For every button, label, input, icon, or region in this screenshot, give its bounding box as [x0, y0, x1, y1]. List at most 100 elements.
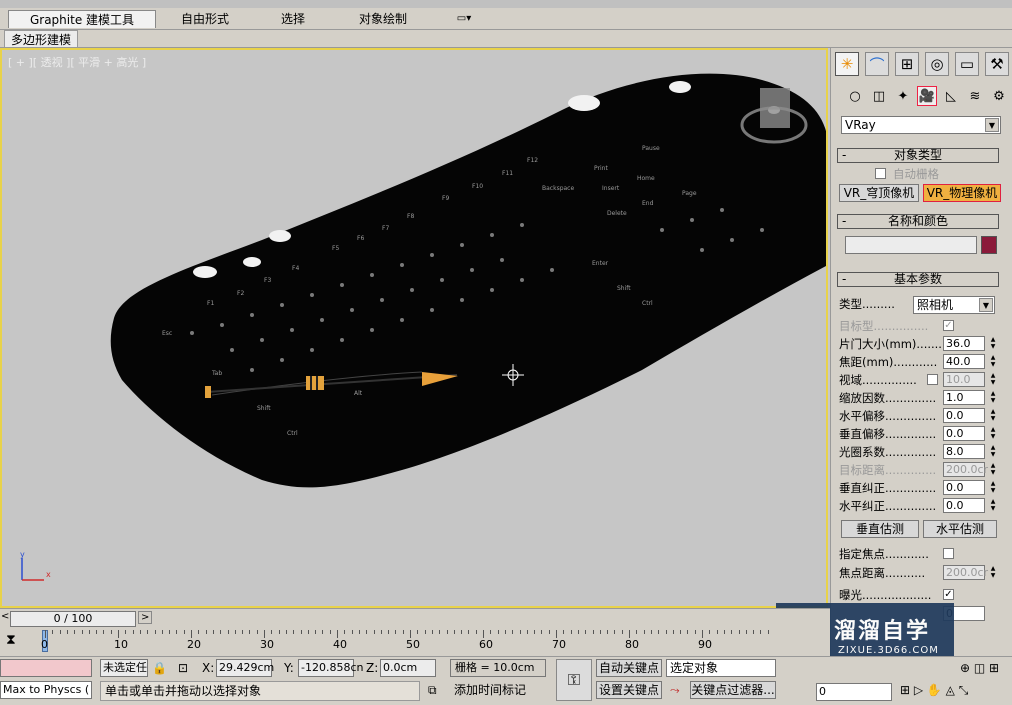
specify-focus-label: 指定焦点............: [839, 547, 929, 561]
tab-polygon-modeling[interactable]: 多边形建模: [4, 30, 79, 48]
display-tab-icon[interactable]: ▭: [955, 52, 979, 76]
spinner-icon[interactable]: ▲ ▼: [989, 408, 997, 423]
spinner-icon[interactable]: ▲ ▼: [989, 354, 997, 369]
focus-distance-row: 焦点距离........... 200.0cr ▲ ▼: [839, 565, 999, 581]
time-tag-icon[interactable]: ⧉: [428, 681, 437, 699]
motion-tab-icon[interactable]: ◎: [925, 52, 949, 76]
param-input[interactable]: 0.0: [943, 498, 985, 513]
ribbon-options-dropdown-icon[interactable]: ▭▾: [450, 10, 478, 28]
spinner-icon[interactable]: ▲ ▼: [989, 372, 997, 387]
spinner-icon[interactable]: ▲ ▼: [989, 444, 997, 459]
rollout-basic-params[interactable]: - 基本参数: [837, 272, 999, 287]
create-tab-icon[interactable]: ✳: [835, 52, 859, 76]
selection-count: 未选定任: [100, 659, 148, 677]
shapes-icon[interactable]: ◫: [869, 86, 889, 106]
hierarchy-tab-icon[interactable]: ⊞: [895, 52, 919, 76]
focus-distance-input[interactable]: 200.0cr: [943, 565, 988, 580]
spinner-icon[interactable]: ▲ ▼: [989, 390, 997, 405]
geometry-icon[interactable]: ○: [845, 86, 865, 106]
spinner-icon[interactable]: ▲ ▼: [989, 336, 997, 351]
tab-graphite[interactable]: Graphite 建模工具: [8, 10, 156, 28]
set-key-button[interactable]: 设置关键点: [596, 681, 662, 699]
x-coordinate-input[interactable]: 29.429cm: [216, 659, 274, 677]
timeline-tick: [278, 630, 280, 634]
param-label: 缩放因数..............: [839, 391, 937, 405]
z-coordinate-input[interactable]: 0.0cm: [380, 659, 436, 677]
horizontal-tilt-estimate-button[interactable]: 水平估测: [923, 520, 997, 538]
param-input[interactable]: 1.0: [943, 390, 985, 405]
camera-type-dropdown[interactable]: 照相机 ▼: [913, 296, 995, 314]
key-icon[interactable]: ⚿: [556, 659, 592, 701]
axis-y-label: y: [20, 550, 25, 559]
tab-selection[interactable]: 选择: [268, 10, 318, 28]
param-input[interactable]: 200.0cr: [943, 462, 988, 477]
vertical-tilt-estimate-button[interactable]: 垂直估测: [841, 520, 919, 538]
y-coordinate-input[interactable]: -120.858cn: [298, 659, 363, 677]
cameras-icon[interactable]: 🎥: [917, 86, 937, 106]
timeline-tick: [753, 630, 755, 634]
exposure-checkbox[interactable]: ✓: [943, 589, 954, 600]
svg-text:F9: F9: [442, 195, 449, 202]
timeline-tick: [614, 630, 616, 634]
tab-freeform[interactable]: 自由形式: [170, 10, 240, 28]
spacewarps-icon[interactable]: ≋: [965, 86, 985, 106]
systems-icon[interactable]: ⚙: [989, 86, 1009, 106]
timeline-tick-label: 30: [260, 638, 274, 651]
keyboard-model[interactable]: Esc F1 F2 F3 F4 F5 F6 F7 F8 F9 F10 F11 F12 Backspa…: [2, 50, 826, 606]
timeline-tick: [329, 630, 331, 634]
param-input[interactable]: 0.0: [943, 426, 985, 441]
auto-key-button[interactable]: 自动关键点: [596, 659, 662, 677]
param-input[interactable]: 10.0: [943, 372, 985, 387]
utilities-tab-icon[interactable]: ⚒: [985, 52, 1009, 76]
tab-object-paint[interactable]: 对象绘制: [348, 10, 418, 28]
spinner-icon[interactable]: ▲ ▼: [989, 426, 997, 441]
autogrid-checkbox[interactable]: [875, 168, 886, 179]
timeline-tick: [446, 630, 448, 634]
param-input[interactable]: 36.0: [943, 336, 985, 351]
object-name-input[interactable]: [845, 236, 977, 254]
spinner-icon[interactable]: ▲ ▼: [989, 480, 997, 495]
param-label: 光圈系数..............: [839, 445, 937, 459]
helpers-icon[interactable]: ◺: [941, 86, 961, 106]
timeline-tick: [424, 630, 426, 634]
object-color-swatch[interactable]: [981, 236, 997, 254]
timeline-tick: [672, 630, 674, 634]
param-input[interactable]: 0.0: [943, 408, 985, 423]
specify-focus-checkbox[interactable]: [943, 548, 954, 559]
param-checkbox[interactable]: ✓: [943, 320, 954, 331]
track-toggle-icon[interactable]: ⧗: [6, 632, 16, 648]
vr-dome-camera-button[interactable]: VR_穹顶像机: [839, 184, 919, 202]
timeline-tick-label: 20: [187, 638, 201, 651]
add-time-tag[interactable]: 添加时间标记: [454, 681, 526, 699]
param-input[interactable]: 8.0: [943, 444, 985, 459]
next-frame-icon[interactable]: >: [138, 611, 153, 624]
nav-controls-icon[interactable]: ⊞ ▷ ✋ ◬ ⤡: [900, 681, 968, 699]
modify-tab-icon[interactable]: ⌒: [865, 52, 889, 76]
timeline-tick: [461, 630, 463, 634]
param-input[interactable]: 40.0: [943, 354, 985, 369]
maxscript-listener-top[interactable]: [0, 659, 92, 677]
spinner-icon[interactable]: ▲ ▼: [989, 498, 997, 513]
rollout-object-type[interactable]: - 对象类型: [837, 148, 999, 163]
chevron-down-icon: ▼: [979, 298, 993, 312]
lock-icon[interactable]: 🔒: [152, 659, 167, 677]
prev-frame-icon[interactable]: <: [1, 611, 9, 622]
vr-physical-camera-button[interactable]: VR_物理像机: [923, 184, 1001, 202]
key-mode-dropdown[interactable]: 选定对象: [666, 659, 776, 677]
absolute-mode-icon[interactable]: ⊡: [178, 659, 188, 677]
spinner-icon[interactable]: ▲ ▼: [989, 565, 997, 580]
current-frame-input[interactable]: 0: [816, 683, 892, 701]
spinner-icon[interactable]: ▲ ▼: [989, 462, 997, 477]
fov-checkbox[interactable]: [927, 374, 938, 385]
renderer-dropdown[interactable]: VRay ▼: [841, 116, 1001, 134]
key-filters-button[interactable]: 关键点过滤器...: [690, 681, 776, 699]
lights-icon[interactable]: ✦: [893, 86, 913, 106]
maxscript-listener[interactable]: Max to Physcs (: [0, 681, 92, 699]
viewport-controls-icon[interactable]: ⊕ ◫ ⊞: [960, 659, 999, 677]
key-tangent-icon[interactable]: ⤳: [670, 681, 680, 699]
time-slider[interactable]: 0 / 100: [10, 611, 136, 627]
track-bar[interactable]: ⧗ 0 10 20 30 40 50 60 70 80 90: [0, 628, 830, 656]
rollout-name-color[interactable]: - 名称和颜色: [837, 214, 999, 229]
param-input[interactable]: 0.0: [943, 480, 985, 495]
perspective-viewport[interactable]: [ + ][ 透视 ][ 平滑 + 高光 ] Esc F1 F2 F3 F4 F5 F6 F…: [0, 48, 828, 608]
